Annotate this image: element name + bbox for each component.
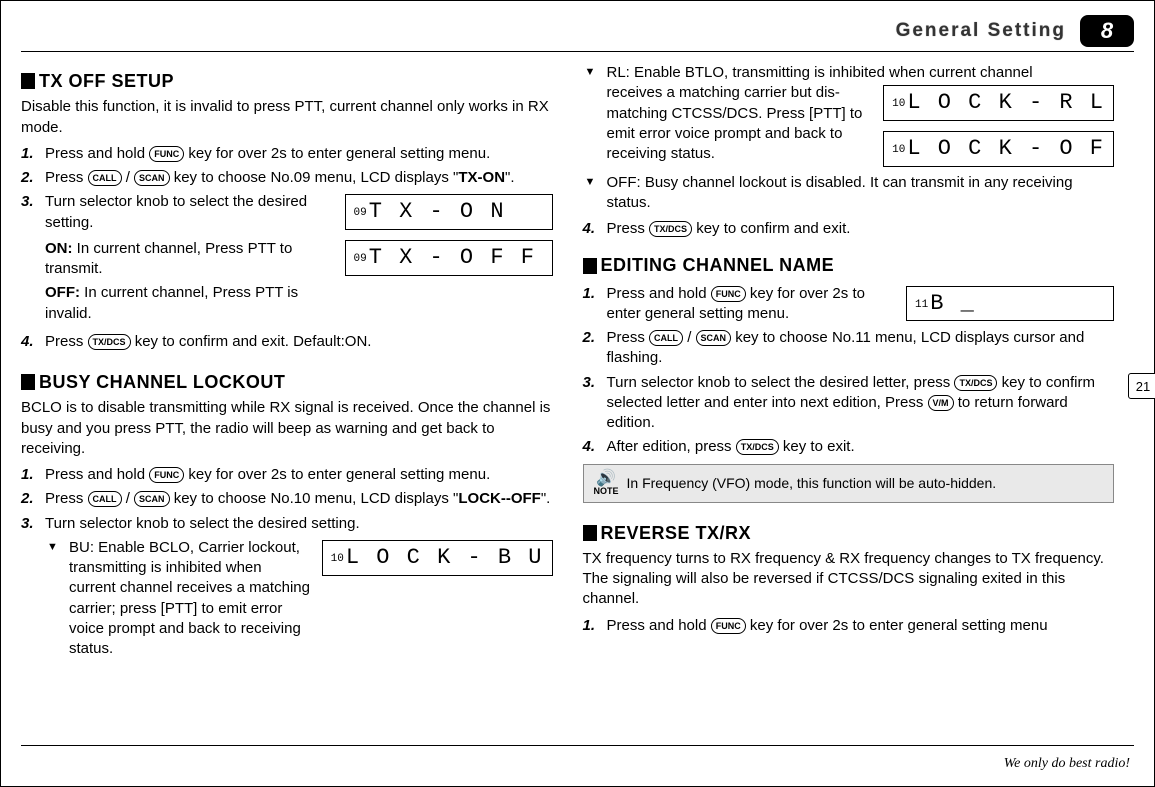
reverse-heading: REVERSE TX/RX — [601, 521, 752, 545]
section-title-edit-name: EDITING CHANNEL NAME — [583, 253, 1115, 277]
func-key: FUNC — [711, 618, 746, 634]
scan-key: SCAN — [134, 491, 170, 507]
bclo-heading: BUSY CHANNEL LOCKOUT — [39, 370, 285, 394]
bclo-step1: 1. Press and hold FUNC key for over 2s t… — [41, 465, 553, 485]
tx-off-intro: Disable this function, it is invalid to … — [21, 97, 553, 138]
lcd-lock-bu: 10L O C K - B U — [322, 540, 553, 576]
section-bar-icon — [21, 73, 35, 89]
bclo-options-right: RL: Enable BTLO, transmitting is inhibit… — [583, 63, 1115, 213]
bclo-option-bu: BU: Enable BCLO, Carrier lockout, transm… — [65, 538, 553, 660]
scan-key: SCAN — [696, 330, 732, 346]
bclo-step3: 3. Turn selector knob to select the desi… — [41, 514, 553, 660]
txdcs-key: TX/DCS — [954, 375, 997, 391]
call-key: CALL — [88, 491, 122, 507]
section-title-bclo: BUSY CHANNEL LOCKOUT — [21, 370, 553, 394]
tx-off-step4: 4. Press TX/DCS key to confirm and exit.… — [41, 332, 553, 352]
section-bar-icon — [21, 374, 35, 390]
bclo-option-off: OFF: Busy channel lockout is disabled. I… — [603, 173, 1115, 214]
document-page: General Setting 8 21 TX OFF SETUP Disabl… — [0, 0, 1155, 787]
edit-name-steps: 1. Press and hold FUNC key for over 2s t… — [583, 284, 1115, 458]
func-key: FUNC — [711, 286, 746, 302]
reverse-steps: 1. Press and hold FUNC key for over 2s t… — [583, 616, 1115, 636]
section-title-reverse: REVERSE TX/RX — [583, 521, 1115, 545]
lcd-tx-on: 09T X - O N — [345, 194, 553, 230]
bclo-step2: 2. Press CALL / SCAN key to choose No.10… — [41, 489, 553, 509]
section-bar-icon — [583, 525, 597, 541]
txdcs-key: TX/DCS — [736, 439, 779, 455]
section-bar-icon — [583, 258, 597, 274]
edit-name-step2: 2. Press CALL / SCAN key to choose No.11… — [603, 328, 1115, 369]
speaker-icon: 🔊 — [596, 471, 616, 487]
reverse-step1: 1. Press and hold FUNC key for over 2s t… — [603, 616, 1115, 636]
tx-off-step1: 1. Press and hold FUNC key for over 2s t… — [41, 144, 553, 164]
page-header: General Setting 8 — [896, 15, 1134, 47]
bclo-intro: BCLO is to disable transmitting while RX… — [21, 398, 553, 459]
edit-name-heading: EDITING CHANNEL NAME — [601, 253, 835, 277]
bottom-rule — [21, 745, 1134, 746]
tx-off-steps: 1. Press and hold FUNC key for over 2s t… — [21, 144, 553, 352]
bclo-steps: 1. Press and hold FUNC key for over 2s t… — [21, 465, 553, 659]
bclo-options: BU: Enable BCLO, Carrier lockout, transm… — [45, 538, 553, 660]
call-key: CALL — [649, 330, 683, 346]
note-text: In Frequency (VFO) mode, this function w… — [627, 474, 997, 493]
column-left: TX OFF SETUP Disable this function, it i… — [21, 59, 553, 742]
note-box: 🔊 NOTE In Frequency (VFO) mode, this fun… — [583, 464, 1115, 503]
chapter-tab: 8 — [1080, 15, 1134, 47]
header-title: General Setting — [896, 20, 1066, 42]
slogan: We only do best radio! — [1004, 756, 1130, 772]
edit-name-step1: 1. Press and hold FUNC key for over 2s t… — [603, 284, 1115, 325]
call-key: CALL — [88, 170, 122, 186]
tx-off-step2: 2. Press CALL / SCAN key to choose No.09… — [41, 168, 553, 188]
lcd-lock-off: 10L O C K - O F — [883, 131, 1114, 167]
tx-off-step3: 3. Turn selector knob to select the desi… — [41, 192, 553, 328]
func-key: FUNC — [149, 146, 184, 162]
scan-key: SCAN — [134, 170, 170, 186]
content-columns: TX OFF SETUP Disable this function, it i… — [21, 59, 1114, 742]
lcd-edit-name: 11B _ — [906, 286, 1114, 322]
lcd-lock-rl: 10L O C K - R L — [883, 85, 1114, 121]
page-number: 21 — [1128, 373, 1155, 399]
page-number-tab: 21 — [1128, 373, 1154, 399]
column-right: RL: Enable BTLO, transmitting is inhibit… — [583, 59, 1115, 742]
top-rule — [21, 51, 1134, 52]
bclo-step4-list: 4. Press TX/DCS key to confirm and exit. — [583, 219, 1115, 239]
txdcs-key: TX/DCS — [88, 334, 131, 350]
lcd-tx-off: 09T X - O F F — [345, 240, 553, 276]
reverse-intro: TX frequency turns to RX frequency & RX … — [583, 549, 1115, 610]
txdcs-key: TX/DCS — [649, 221, 692, 237]
note-icon: 🔊 NOTE — [594, 471, 619, 496]
func-key: FUNC — [149, 467, 184, 483]
bclo-option-rl: RL: Enable BTLO, transmitting is inhibit… — [603, 63, 1115, 169]
edit-name-step3: 3. Turn selector knob to select the desi… — [603, 373, 1115, 434]
bclo-step4: 4. Press TX/DCS key to confirm and exit. — [603, 219, 1115, 239]
vm-key: V/M — [928, 395, 954, 411]
tx-off-heading: TX OFF SETUP — [39, 69, 174, 93]
edit-name-step4: 4. After edition, press TX/DCS key to ex… — [603, 437, 1115, 457]
section-title-tx-off: TX OFF SETUP — [21, 69, 553, 93]
